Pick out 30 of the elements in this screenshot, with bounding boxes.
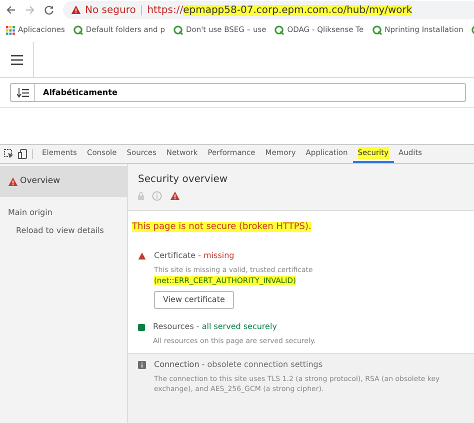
warning-icon <box>170 191 180 201</box>
device-icon[interactable] <box>18 149 28 159</box>
q-logo-icon <box>72 25 83 35</box>
warning-icon <box>8 176 18 186</box>
inspect-icon[interactable] <box>4 149 14 159</box>
q-logo-icon <box>274 25 284 35</box>
apps-icon <box>6 26 15 34</box>
reload-icon[interactable] <box>44 5 54 15</box>
panel-title: Security overview <box>138 173 229 187</box>
separator: | <box>140 4 144 18</box>
section-title: Connection - obsolete connection settings <box>154 359 324 372</box>
address-bar[interactable]: No seguro | https://epmapp58-07.corp.epm.com.co/hub/my/work <box>63 1 474 19</box>
menu-icon[interactable] <box>10 54 22 64</box>
q-logo-icon <box>172 25 183 35</box>
sort-icon <box>16 88 28 98</box>
security-headline: This page is not secure (broken HTTPS). <box>132 222 312 232</box>
sort-button[interactable]: Alfabéticamente <box>10 83 466 102</box>
lock-icon <box>138 192 144 200</box>
security-label: No seguro <box>85 4 136 18</box>
sidebar-item[interactable]: Overview <box>0 166 127 197</box>
sidebar-heading[interactable]: Main origin <box>0 207 60 219</box>
sidebar-item[interactable]: Reload to view details <box>0 225 112 237</box>
back-icon[interactable] <box>6 5 16 15</box>
section-title: Resources - all served securely <box>153 320 278 333</box>
q-logo-icon <box>372 25 382 35</box>
url-text: https://epmapp58-07.corp.epm.com.co/hub/my/work <box>147 4 412 18</box>
view-certificate-button[interactable]: View certificate <box>154 290 234 309</box>
info-icon <box>152 191 162 201</box>
warning-icon <box>71 5 81 15</box>
section-title: Certificate - missing <box>154 250 236 262</box>
